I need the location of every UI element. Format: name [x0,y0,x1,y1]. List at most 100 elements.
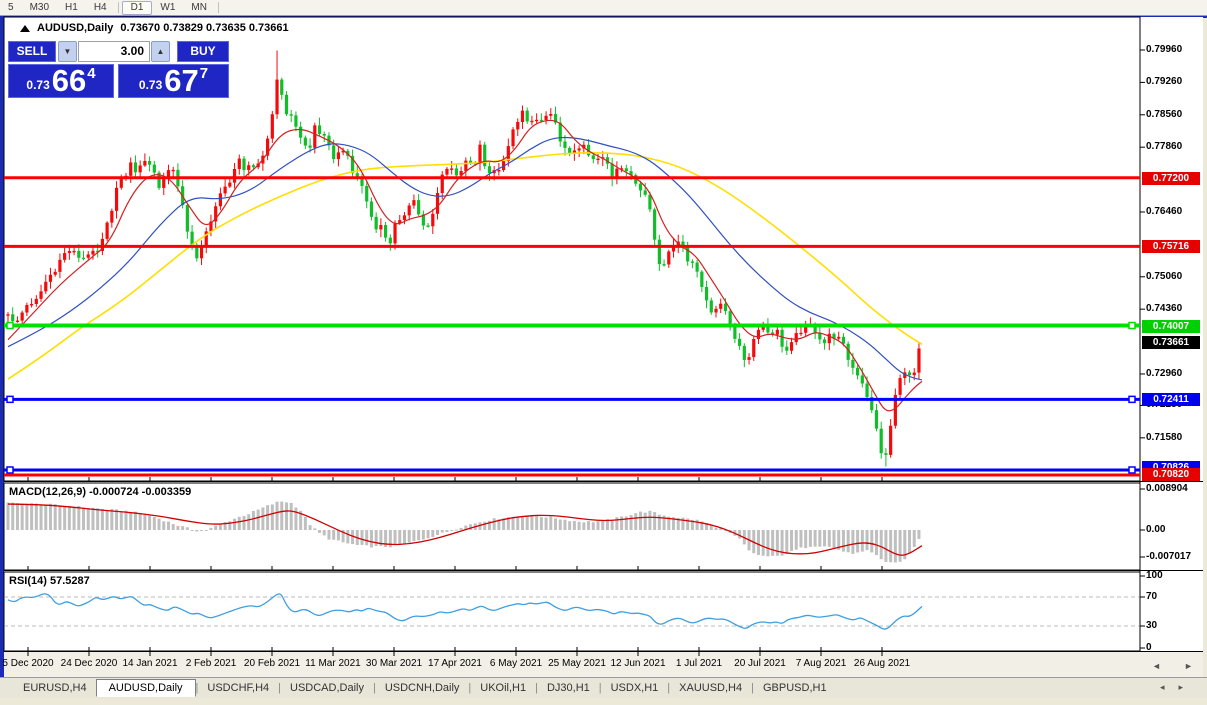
chart-scroll-left-icon[interactable]: ◄ [1152,661,1161,671]
candle-body [58,259,62,272]
candle-body [412,200,416,206]
symbol-tab-audusd[interactable]: AUDUSD,Daily [95,679,196,697]
macd-histogram-bar [454,529,458,531]
candle-body [714,308,718,313]
macd-histogram-bar [610,520,614,530]
macd-histogram-bar [695,519,699,530]
sell-button[interactable]: SELL [8,41,56,62]
candle-body [402,215,407,221]
candle-body [667,251,671,265]
tab-scroll-left-icon[interactable]: ◂ [1160,682,1179,692]
candle-body [822,339,827,344]
candle-body [152,164,156,173]
macd-histogram-bar [200,530,204,531]
macd-histogram-bar [148,515,152,530]
buy-price-small: 0.73 [138,78,163,92]
candle-body [879,428,883,454]
bottom-strip [0,698,1207,705]
tab-scroll-right-icon[interactable]: ▸ [1178,682,1197,692]
macd-histogram-bar [209,527,213,530]
macd-histogram-bar [152,516,156,530]
candle-body [379,225,383,230]
macd-histogram-bar [440,530,444,533]
macd-histogram-bar [63,505,67,530]
macd-histogram-bar [275,501,279,530]
candle-body [912,372,916,376]
symbol-tab-usdcnh[interactable]: USDCNH,Daily [376,680,469,696]
macd-histogram-bar [530,515,534,530]
symbol-tab-usdx[interactable]: USDX,H1 [602,680,668,696]
symbol-tab-dj30[interactable]: DJ30,H1 [538,680,599,696]
macd-histogram-bar [492,518,496,530]
macd-histogram-bar [516,516,520,530]
line-handle[interactable] [1128,395,1136,404]
candle-body [851,359,855,368]
macd-histogram-bar [308,525,312,530]
candle-body [138,165,142,173]
candle-body [789,342,794,351]
chart-title: AUDUSD,Daily 0.73670 0.73829 0.73635 0.7… [20,22,289,34]
symbol-tab-gbpusd[interactable]: GBPUSD,H1 [754,680,836,696]
candle-body [299,126,303,138]
macd-histogram-bar [827,530,831,547]
price-line-label: 0.70820 [1142,468,1200,481]
candle-body [558,122,562,142]
macd-histogram-bar [105,509,109,530]
macd-histogram-bar [450,530,454,531]
macd-histogram-bar [714,527,718,530]
candle-body [81,257,86,260]
price-tick-label: 0.71580 [1146,431,1183,443]
line-handle[interactable] [6,321,14,330]
sell-price-display[interactable]: 0.73 66 4 [8,64,114,98]
macd-histogram-bar [110,508,114,530]
macd-histogram-bar [327,530,331,540]
buy-price-pip: 7 [199,65,209,82]
macd-histogram-bar [115,509,119,530]
price-line-label: 0.72411 [1142,393,1200,407]
candle-body [695,262,699,272]
macd-histogram-bar [865,530,869,551]
candle-body [332,145,336,160]
candle-body [388,237,392,244]
volume-increase-button[interactable]: ▲ [151,41,170,62]
symbol-tab-eurusd[interactable]: EURUSD,H4 [14,680,96,696]
buy-price-display[interactable]: 0.73 67 7 [118,64,229,98]
line-handle[interactable] [1128,321,1136,330]
macd-histogram-bar [289,502,293,530]
line-handle[interactable] [6,395,14,404]
candle-body [898,378,902,395]
macd-histogram-bar [554,518,558,530]
tab-scroll-arrows[interactable]: ◂▸ [1160,682,1197,693]
symbol-tab-xauusd[interactable]: XAUUSD,H4 [670,680,751,696]
symbol-tab-usdcad[interactable]: USDCAD,Daily [281,680,373,696]
symbol-tab-usdchf[interactable]: USDCHF,H4 [198,680,278,696]
macd-histogram-bar [166,521,170,530]
candle-body [105,222,109,239]
macd-histogram-bar [535,516,539,530]
chart-canvas[interactable] [0,0,1207,705]
symbol-tab-ukoil[interactable]: UKOil,H1 [471,680,535,696]
buy-button[interactable]: BUY [177,41,229,62]
date-tick-label: 20 Jul 2021 [734,658,786,669]
line-handle[interactable] [1128,466,1136,474]
chart-scroll-right-icon[interactable]: ► [1184,661,1193,671]
macd-histogram-bar [426,530,430,539]
candle-body [393,223,397,244]
macd-histogram-bar [582,522,586,530]
indicator-scale-label: 100 [1146,570,1163,581]
macd-histogram-bar [294,507,298,530]
candle-body [431,213,435,227]
candle-body [700,271,704,287]
indicator-scale-label: -0.007017 [1146,551,1192,562]
line-handle[interactable] [6,466,14,474]
candle-body [294,115,298,127]
macd-histogram-bar [284,502,288,530]
macd-histogram-bar [794,530,798,550]
macd-histogram-bar [445,530,449,533]
candle-body [195,246,199,259]
macd-histogram-bar [799,530,803,548]
volume-input[interactable]: 3.00 [78,41,150,62]
volume-decrease-button[interactable]: ▼ [58,41,77,62]
candle-body [365,185,369,202]
candle-body [785,346,789,351]
